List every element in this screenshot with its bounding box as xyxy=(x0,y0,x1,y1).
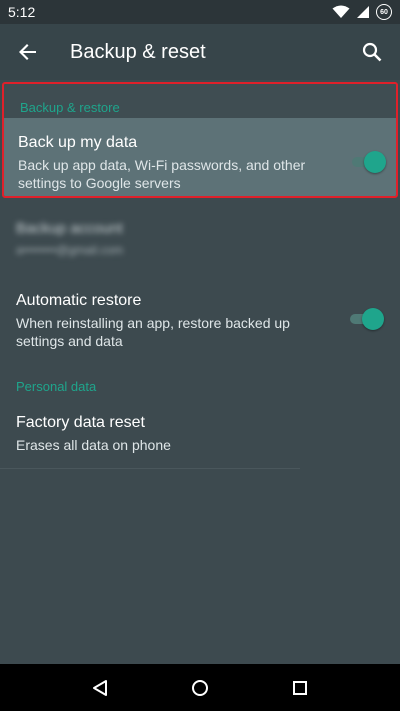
setting-subtitle: Back up app data, Wi-Fi passwords, and o… xyxy=(18,157,306,191)
setting-factory-reset[interactable]: Factory data reset Erases all data on ph… xyxy=(0,412,400,468)
status-icons: 60 xyxy=(332,4,392,20)
section-header-backup-restore: Backup & restore xyxy=(20,100,120,115)
battery-icon: 60 xyxy=(376,4,392,20)
section-header-personal-data: Personal data xyxy=(16,379,97,394)
settings-list: Backup & restore Back up my data Back up… xyxy=(0,80,400,664)
home-circle-icon xyxy=(192,679,208,696)
divider xyxy=(0,468,300,469)
nav-back-button[interactable] xyxy=(80,668,120,708)
nav-recents-button[interactable] xyxy=(280,668,320,708)
arrow-back-icon xyxy=(19,44,36,60)
setting-text: Automatic restore When reinstalling an a… xyxy=(16,292,316,350)
status-bar: 5:12 60 xyxy=(0,0,400,24)
navigation-bar xyxy=(0,664,400,711)
back-triangle-icon xyxy=(93,679,107,696)
status-time: 5:12 xyxy=(8,4,36,20)
setting-backup-my-data[interactable]: Back up my data Back up app data, Wi-Fi … xyxy=(4,118,396,196)
toggle-thumb xyxy=(364,151,386,173)
search-icon xyxy=(362,42,382,62)
search-button[interactable] xyxy=(344,24,400,80)
setting-subtitle: When reinstalling an app, restore backed… xyxy=(16,315,290,349)
highlight-box: Backup & restore Back up my data Back up… xyxy=(2,82,398,198)
setting-text: Factory data reset Erases all data on ph… xyxy=(16,414,316,454)
setting-subtitle: a••••••••@gmail.com xyxy=(16,243,124,257)
nav-home-button[interactable] xyxy=(180,668,220,708)
setting-title: Factory data reset xyxy=(16,414,145,431)
recents-square-icon xyxy=(293,680,307,695)
setting-title: Backup account xyxy=(16,220,123,237)
setting-title: Back up my data xyxy=(18,134,138,151)
backup-toggle[interactable] xyxy=(350,151,386,173)
restore-toggle[interactable] xyxy=(348,308,384,330)
page-title: Backup & reset xyxy=(70,40,206,63)
toolbar: Backup & reset xyxy=(0,24,400,80)
setting-title: Automatic restore xyxy=(16,292,142,309)
wifi-icon xyxy=(332,5,350,18)
back-button[interactable] xyxy=(0,24,56,80)
setting-backup-account[interactable]: Backup account a••••••••@gmail.com xyxy=(16,220,216,264)
setting-subtitle: Erases all data on phone xyxy=(16,437,171,453)
toggle-thumb xyxy=(362,308,384,330)
setting-text: Back up my data Back up app data, Wi-Fi … xyxy=(18,134,318,192)
setting-automatic-restore[interactable]: Automatic restore When reinstalling an a… xyxy=(0,290,400,362)
signal-icon xyxy=(357,6,369,18)
